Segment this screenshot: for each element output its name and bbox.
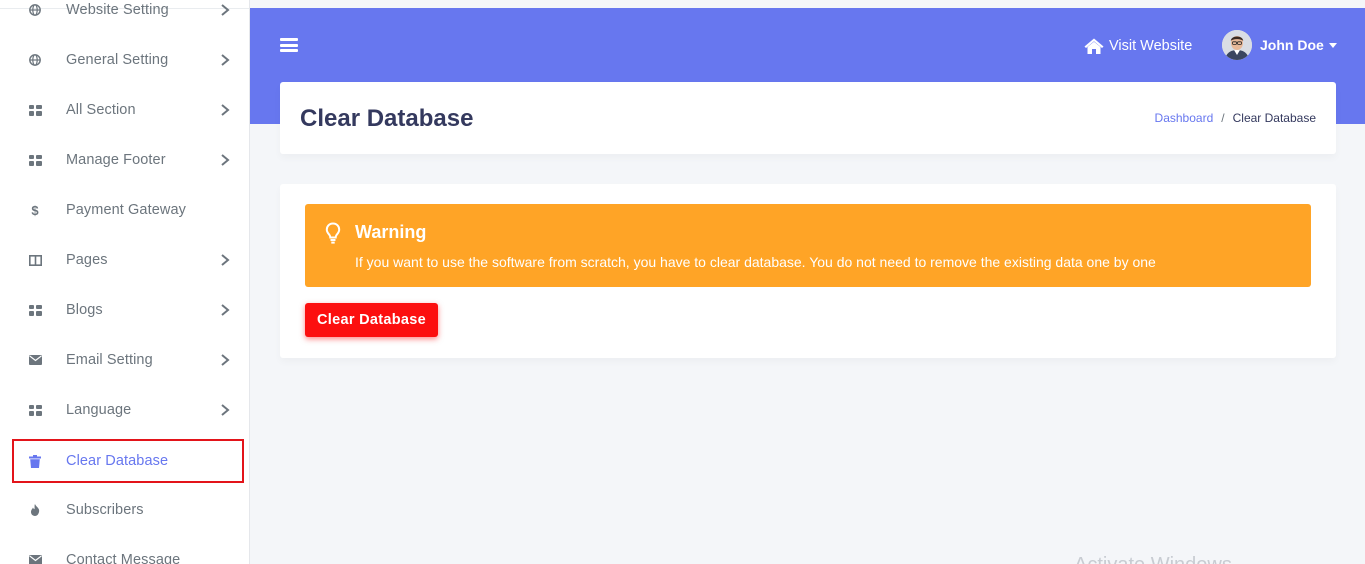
- sidebar-item-contact-message[interactable]: Contact Message: [12, 538, 244, 564]
- sidebar-item-label: Blogs: [66, 302, 103, 318]
- chevron-right-icon: [221, 254, 230, 266]
- sidebar-item-all-section[interactable]: All Section: [12, 88, 244, 132]
- sidebar-item-label: General Setting: [66, 52, 169, 68]
- sidebar-item-clear-database[interactable]: Clear Database: [12, 439, 244, 483]
- home-icon: [1084, 38, 1104, 54]
- sidebar-item-label: Clear Database: [66, 453, 169, 469]
- sidebar-item-label: All Section: [66, 102, 136, 118]
- top-navbar: Visit Website John Doe: [250, 8, 1365, 80]
- sidebar-item-pages[interactable]: Pages: [12, 238, 244, 282]
- sidebar-item-general-setting[interactable]: General Setting: [12, 38, 244, 82]
- sidebar-item-manage-footer[interactable]: Manage Footer: [12, 138, 244, 182]
- trash-icon: [28, 454, 42, 468]
- sidebar-item-label: Pages: [66, 252, 108, 268]
- sidebar-item-label: Payment Gateway: [66, 202, 186, 218]
- globe-icon: [28, 53, 42, 67]
- clear-database-button[interactable]: Clear Database: [305, 303, 438, 337]
- columns-icon: [28, 253, 42, 267]
- chevron-right-icon: [221, 154, 230, 166]
- fire-icon: [28, 503, 42, 517]
- section-header: Clear Database Dashboard / Clear Databas…: [280, 82, 1336, 154]
- alert-title: Warning: [355, 222, 427, 242]
- content-card: Warning If you want to use the software …: [280, 184, 1336, 358]
- sidebar-item-label: Contact Message: [66, 552, 181, 564]
- sidebar-item-payment-gateway[interactable]: $ Payment Gateway: [12, 188, 244, 232]
- user-name: John Doe: [1260, 37, 1324, 53]
- sidebar-item-website-setting[interactable]: Website Setting: [12, 0, 244, 32]
- sidebar-item-blogs[interactable]: Blogs: [12, 288, 244, 332]
- sidebar-item-label: Email Setting: [66, 352, 153, 368]
- sidebar-item-subscribers[interactable]: Subscribers: [12, 488, 244, 532]
- th-large-icon: [28, 403, 42, 417]
- sidebar-item-label: Website Setting: [66, 2, 169, 18]
- breadcrumb-current: Clear Database: [1232, 111, 1316, 125]
- avatar: [1222, 30, 1252, 60]
- sidebar-item-label: Language: [66, 402, 132, 418]
- sidebar-item-email-setting[interactable]: Email Setting: [12, 338, 244, 382]
- visit-website-label: Visit Website: [1109, 38, 1193, 54]
- lightbulb-icon: [325, 222, 341, 244]
- sidebar-item-label: Subscribers: [66, 502, 144, 518]
- breadcrumb-dashboard-link[interactable]: Dashboard: [1155, 111, 1214, 125]
- chevron-right-icon: [221, 354, 230, 366]
- chevron-right-icon: [221, 404, 230, 416]
- chevron-right-icon: [221, 304, 230, 316]
- sidebar-item-language[interactable]: Language: [12, 388, 244, 432]
- th-large-icon: [28, 153, 42, 167]
- envelope-icon: [28, 553, 42, 564]
- th-large-icon: [28, 303, 42, 317]
- warning-alert: Warning If you want to use the software …: [305, 204, 1311, 287]
- sidebar-item-label: Manage Footer: [66, 152, 166, 168]
- breadcrumb-separator: /: [1221, 111, 1225, 125]
- alert-message: If you want to use the software from scr…: [355, 254, 1156, 270]
- sidebar: Website Setting General Setting All Sect…: [0, 0, 250, 564]
- chevron-right-icon: [221, 104, 230, 116]
- user-menu[interactable]: John Doe: [1222, 30, 1337, 60]
- activate-windows-watermark: Activate Windows: [1074, 554, 1232, 564]
- th-large-icon: [28, 103, 42, 117]
- page-title: Clear Database: [300, 105, 474, 132]
- dollar-icon: $: [31, 202, 39, 218]
- breadcrumb: Dashboard / Clear Database: [1155, 111, 1316, 125]
- chevron-right-icon: [221, 4, 230, 16]
- chevron-right-icon: [221, 54, 230, 66]
- caret-down-icon: [1328, 42, 1337, 48]
- envelope-icon: [28, 353, 42, 367]
- hamburger-menu-icon[interactable]: [280, 38, 298, 52]
- visit-website-link[interactable]: Visit Website: [1084, 34, 1192, 58]
- globe-icon: [28, 3, 42, 17]
